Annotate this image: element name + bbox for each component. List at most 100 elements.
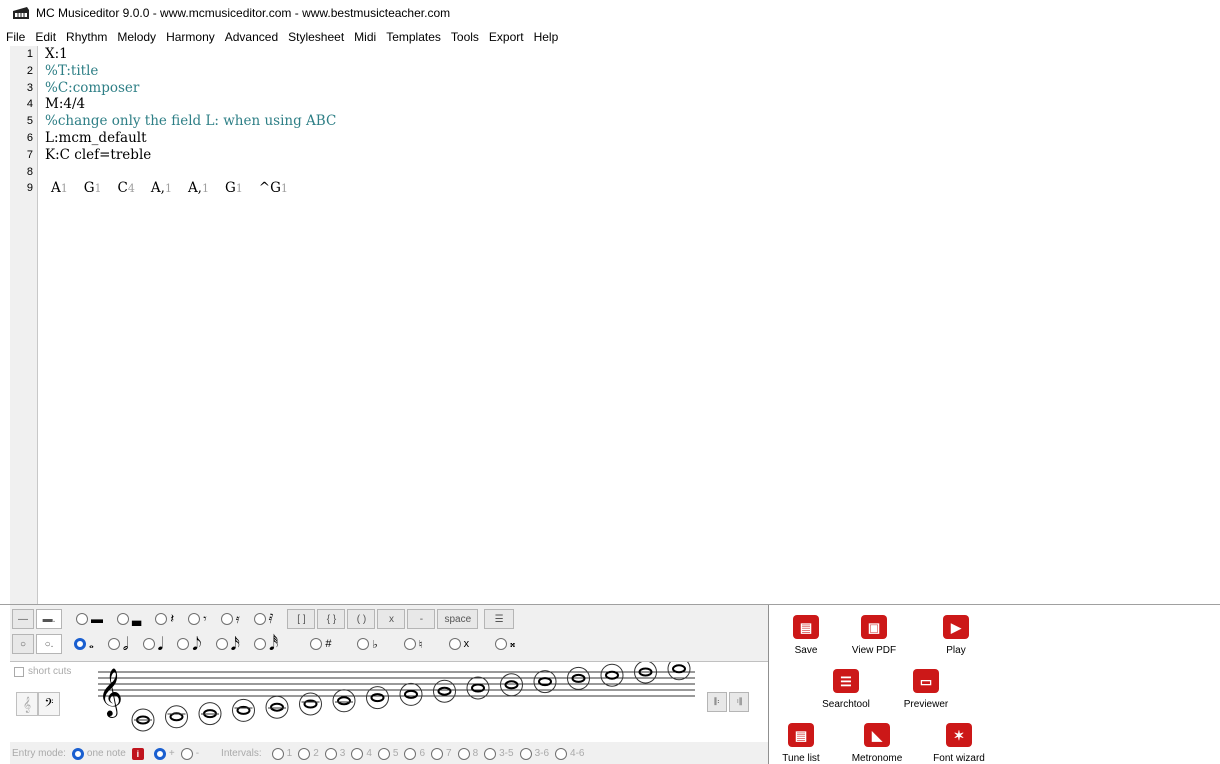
grouping-button[interactable]: { } [317, 609, 346, 629]
thirtysecond-rest-option[interactable]: 𝅀 [253, 611, 273, 627]
view-pdf-tool[interactable]: ▣ View PDF [844, 615, 904, 656]
whole-note-head [270, 702, 284, 712]
code-line[interactable]: %C:composer [45, 80, 336, 97]
menu-templates[interactable]: Templates [386, 30, 441, 44]
menu-midi[interactable]: Midi [354, 30, 376, 44]
note-circle[interactable] [600, 663, 624, 687]
whole-note-head [504, 680, 519, 690]
menu-tools[interactable]: Tools [451, 30, 479, 44]
info-icon[interactable]: i [131, 747, 144, 760]
one-note-radio[interactable] [71, 747, 84, 760]
grouping-button[interactable]: ( ) [347, 609, 376, 629]
abc-editor[interactable]: 1 2 3 4 5 6 7 8 9 X:1 %T:title %C:composer M:4/4 %ch… [0, 46, 1220, 604]
interval-radio[interactable] [555, 747, 568, 760]
plus-radio[interactable] [153, 747, 166, 760]
note-circle[interactable] [332, 689, 356, 713]
interval-radio[interactable] [271, 747, 284, 760]
menu-rhythm[interactable]: Rhythm [66, 30, 107, 44]
interval-radio[interactable] [351, 747, 364, 760]
repeat-end-button[interactable]: 𝄇 [729, 692, 749, 712]
code-line[interactable]: X:1 [45, 46, 336, 63]
note-token: G [224, 180, 236, 197]
note-dotted-button[interactable]: ○. [36, 634, 62, 654]
interval-radio[interactable] [298, 747, 311, 760]
note-circle[interactable] [265, 695, 289, 719]
menu-harmony[interactable]: Harmony [166, 30, 215, 44]
half-note-option[interactable]: 𝅗𝅥 [107, 634, 129, 655]
code-line[interactable]: K:C clef=treble [45, 147, 336, 164]
note-circle[interactable] [232, 698, 255, 722]
code-line[interactable]: M:4/4 [45, 96, 336, 113]
note-circle[interactable] [533, 670, 557, 694]
note-duration: 1 [164, 182, 172, 196]
menu-export[interactable]: Export [489, 30, 524, 44]
interval-label: 3-6 [534, 748, 550, 759]
play-tool[interactable]: ▶ Play [934, 615, 978, 656]
grouping-button[interactable]: x [377, 609, 406, 629]
interval-label: 6 [419, 748, 425, 759]
quarter-rest-option[interactable]: 𝄽 [155, 611, 174, 627]
sixteenth-note-option[interactable]: 𝅘𝅥𝅯 [215, 634, 240, 655]
note-circle[interactable] [165, 705, 188, 729]
menu-advanced[interactable]: Advanced [225, 30, 278, 44]
menu-help[interactable]: Help [534, 30, 559, 44]
line-number: 1 [26, 48, 33, 60]
interval-radio[interactable] [457, 747, 470, 760]
interval-radio[interactable] [484, 747, 497, 760]
save-icon: ▤ [793, 615, 819, 639]
accidental-option[interactable]: ♭ [357, 638, 378, 651]
interval-radio[interactable] [404, 747, 417, 760]
code-line[interactable] [45, 164, 336, 181]
accidental-option[interactable]: x [448, 638, 469, 651]
note-circle[interactable] [399, 682, 423, 706]
note-toggle-button[interactable]: ○ [12, 634, 34, 654]
repeat-start-button[interactable]: 𝄆 [707, 692, 727, 712]
grouping-button[interactable]: [ ] [287, 609, 316, 629]
interval-radio[interactable] [377, 747, 390, 760]
code-area[interactable]: X:1 %T:title %C:composer M:4/4 %change only … [45, 46, 336, 197]
minus-radio[interactable] [180, 747, 193, 760]
staff-svg[interactable]: 𝄞 [10, 662, 768, 742]
code-line[interactable]: %T:title [45, 63, 336, 80]
half-rest-option[interactable]: ▃ [117, 612, 141, 626]
eighth-note-option[interactable]: 𝅘𝅥𝅮 [177, 634, 202, 655]
whole-note-option[interactable]: 𝅝 [74, 637, 94, 652]
quarter-note-option[interactable]: 𝅘𝅥 [142, 634, 163, 655]
rest-dotted-button[interactable]: ▬. [36, 609, 62, 629]
accidental-option[interactable]: 𝄪 [495, 638, 515, 651]
tune-list-tool[interactable]: ▤ Tune list [774, 723, 828, 764]
code-line[interactable]: L:mcm_default [45, 130, 336, 147]
thirtysecond-note-option[interactable]: 𝅘𝅥𝅰 [253, 634, 278, 655]
previewer-tool[interactable]: ▭ Previewer [894, 669, 958, 710]
staff-input-area[interactable]: short cuts 𝄞 𝄢 𝄞 𝄆 𝄇 [10, 661, 768, 742]
interval-options: 1 2 3 4 5 6 7 8 3-5 3-6 4-6 [266, 747, 584, 760]
menu-file[interactable]: File [6, 30, 25, 44]
metronome-tool[interactable]: ◣ Metronome [844, 723, 910, 764]
interval-radio[interactable] [431, 747, 443, 760]
bar-options-button[interactable]: ☰ [484, 609, 515, 629]
grouping-button[interactable]: - [407, 609, 436, 629]
searchtool-tool[interactable]: ☰ Searchtool [814, 669, 878, 710]
sixteenth-rest-option[interactable]: 𝄿 [220, 611, 240, 627]
line-number: 9 [26, 182, 33, 195]
piano-app-icon [13, 7, 29, 19]
code-line-notes[interactable]: A1 G1 C4 A,1 A,1 G1 ^G1 [45, 180, 336, 197]
grouping-button[interactable]: space [437, 609, 479, 629]
menu-melody[interactable]: Melody [117, 30, 156, 44]
rest-toggle-button[interactable]: — [12, 609, 34, 629]
note-circle[interactable] [500, 673, 523, 697]
interval-radio[interactable] [324, 747, 337, 760]
eighth-rest-option[interactable]: 𝄾 [188, 611, 207, 627]
menu-stylesheet[interactable]: Stylesheet [288, 30, 344, 44]
accidental-option[interactable]: ♮ [403, 638, 423, 651]
code-line[interactable]: %change only the field L: when using ABC [45, 113, 336, 130]
font-wizard-tool[interactable]: ✶ Font wizard [924, 723, 994, 764]
accidental-option[interactable]: # [310, 638, 331, 651]
interval-label: 1 [286, 748, 293, 759]
save-tool[interactable]: ▤ Save [784, 615, 828, 656]
interval-radio[interactable] [519, 747, 532, 760]
whole-rest-option[interactable]: ▬ [76, 612, 103, 626]
note-duration: 1 [201, 182, 209, 196]
menu-edit[interactable]: Edit [35, 30, 56, 44]
interval-label: 3 [339, 748, 346, 759]
